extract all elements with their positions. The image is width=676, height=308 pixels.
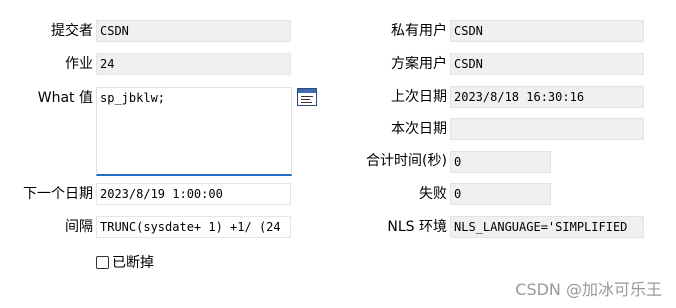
- text-editor-icon[interactable]: [297, 88, 317, 106]
- submitter-label: 提交者: [51, 23, 93, 39]
- broken-label: 已断掉: [112, 255, 154, 271]
- failures-field[interactable]: 0: [450, 183, 551, 205]
- watermark: CSDN @加冰可乐王: [515, 280, 662, 299]
- private-user-field[interactable]: CSDN: [450, 20, 644, 42]
- job-field[interactable]: 24: [96, 53, 291, 75]
- this-date-label: 本次日期: [391, 121, 447, 137]
- interval-field[interactable]: TRUNC(sysdate+ 1) +1/ (24: [96, 216, 291, 238]
- this-date-field[interactable]: [450, 118, 644, 140]
- next-date-label: 下一个日期: [23, 186, 93, 202]
- total-time-label: 合计时间(秒): [366, 153, 447, 169]
- schema-user-label: 方案用户: [391, 56, 447, 72]
- last-date-label: 上次日期: [391, 89, 447, 105]
- total-time-field[interactable]: 0: [450, 151, 551, 173]
- what-textarea[interactable]: sp_jbklw;: [96, 87, 292, 176]
- broken-checkbox-wrap[interactable]: 已断掉: [96, 252, 154, 272]
- failures-label: 失败: [419, 186, 447, 202]
- what-label: What 值: [37, 90, 93, 106]
- broken-checkbox[interactable]: [96, 255, 109, 269]
- job-label: 作业: [65, 56, 93, 72]
- submitter-field[interactable]: CSDN: [96, 20, 291, 42]
- nls-env-label: NLS 环境: [387, 219, 447, 235]
- interval-label: 间隔: [65, 219, 93, 235]
- nls-env-field[interactable]: NLS_LANGUAGE='SIMPLIFIED: [450, 216, 644, 238]
- next-date-field[interactable]: 2023/8/19 1:00:00: [96, 183, 291, 205]
- private-user-label: 私有用户: [391, 23, 447, 39]
- schema-user-field[interactable]: CSDN: [450, 53, 644, 75]
- last-date-field[interactable]: 2023/8/18 16:30:16: [450, 86, 644, 108]
